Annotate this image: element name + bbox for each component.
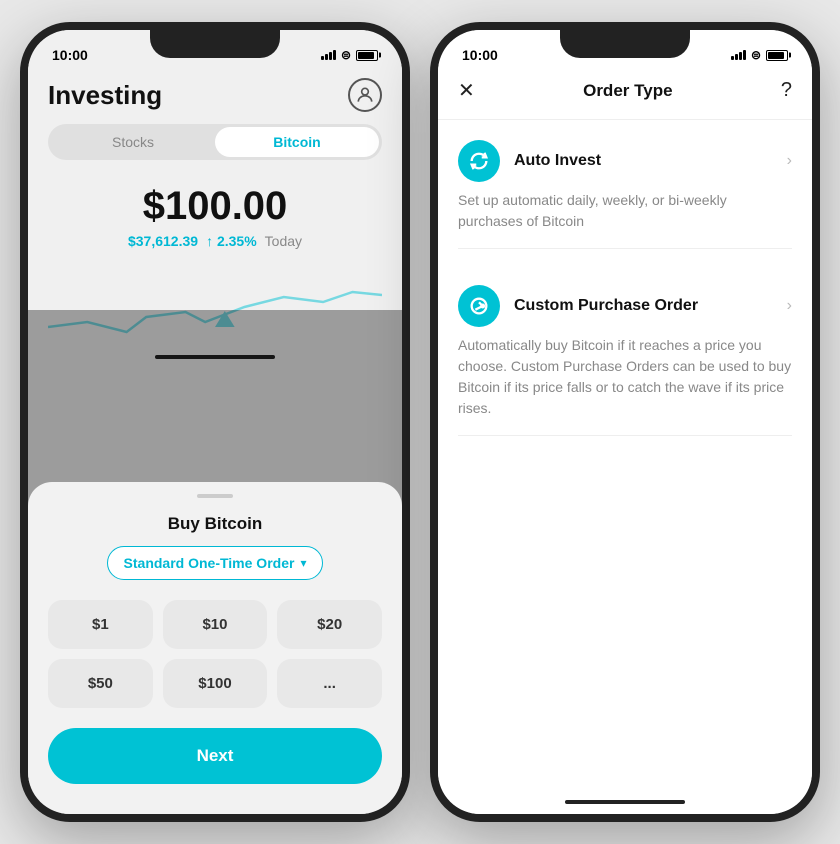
auto-invest-name: Auto Invest xyxy=(514,152,601,170)
status-bar-left: 10:00 ⊜ xyxy=(28,30,402,74)
sheet-title: Buy Bitcoin xyxy=(48,514,382,534)
close-button[interactable]: ✕ xyxy=(458,78,475,103)
right-screen: 10:00 ⊜ ✕ Order Type ? xyxy=(438,30,812,814)
home-indicator-right xyxy=(565,800,685,804)
battery-icon-right xyxy=(766,50,788,61)
auto-invest-row[interactable]: Auto Invest › xyxy=(458,140,792,182)
custom-order-desc: Automatically buy Bitcoin if it reaches … xyxy=(458,335,792,436)
right-phone: 10:00 ⊜ ✕ Order Type ? xyxy=(430,22,820,822)
custom-order-chevron: › xyxy=(787,297,792,315)
amount-100[interactable]: $100 xyxy=(163,659,268,708)
amount-50[interactable]: $50 xyxy=(48,659,153,708)
custom-order-name: Custom Purchase Order xyxy=(514,297,698,315)
tab-bar: Stocks Bitcoin xyxy=(48,124,382,160)
left-phone: 10:00 ⊜ Investing St xyxy=(20,22,410,822)
status-bar-right: 10:00 ⊜ xyxy=(438,30,812,74)
next-button[interactable]: Next xyxy=(48,728,382,784)
help-button[interactable]: ? xyxy=(781,79,792,102)
amount-more[interactable]: ... xyxy=(277,659,382,708)
main-price: $100.00 xyxy=(48,184,382,229)
amount-grid: $1 $10 $20 $50 $100 ... xyxy=(48,600,382,708)
battery-icon xyxy=(356,50,378,61)
custom-order-row[interactable]: Custom Purchase Order › xyxy=(458,285,792,327)
auto-invest-left: Auto Invest xyxy=(458,140,601,182)
investing-title: Investing xyxy=(48,80,162,111)
custom-order-left: Custom Purchase Order xyxy=(458,285,698,327)
investing-header: Investing xyxy=(28,74,402,124)
order-type-header: ✕ Order Type ? xyxy=(438,74,812,120)
status-icons-right: ⊜ xyxy=(731,48,788,62)
amount-20[interactable]: $20 xyxy=(277,600,382,649)
order-type-dropdown[interactable]: Standard One-Time Order ▾ xyxy=(107,546,324,580)
time-left: 10:00 xyxy=(52,47,88,63)
tab-bitcoin[interactable]: Bitcoin xyxy=(215,127,379,157)
auto-invest-icon xyxy=(458,140,500,182)
price-change: ↑ 2.35% xyxy=(206,233,257,249)
amount-1[interactable]: $1 xyxy=(48,600,153,649)
tab-stocks[interactable]: Stocks xyxy=(51,127,215,157)
signal-icon-right xyxy=(731,50,746,60)
chevron-down-icon: ▾ xyxy=(300,556,306,570)
auto-invest-chevron: › xyxy=(787,152,792,170)
wifi-icon-right: ⊜ xyxy=(751,48,761,62)
status-icons-left: ⊜ xyxy=(321,48,378,62)
time-right: 10:00 xyxy=(462,47,498,63)
sheet-handle xyxy=(197,494,233,498)
custom-order-option[interactable]: Custom Purchase Order › Automatically bu… xyxy=(438,265,812,436)
signal-icon xyxy=(321,50,336,60)
order-type-label: Standard One-Time Order xyxy=(124,555,295,571)
header-title: Order Type xyxy=(583,81,672,101)
price-section: $100.00 $37,612.39 ↑ 2.35% Today xyxy=(28,176,402,257)
profile-icon[interactable] xyxy=(348,78,382,112)
left-screen: 10:00 ⊜ Investing St xyxy=(28,30,402,814)
custom-order-icon xyxy=(458,285,500,327)
amount-10[interactable]: $10 xyxy=(163,600,268,649)
auto-invest-desc: Set up automatic daily, weekly, or bi-we… xyxy=(458,190,792,249)
price-period: Today xyxy=(265,233,302,249)
btc-price: $37,612.39 xyxy=(128,233,198,249)
auto-invest-option[interactable]: Auto Invest › Set up automatic daily, we… xyxy=(438,120,812,249)
bottom-sheet: Buy Bitcoin Standard One-Time Order ▾ $1… xyxy=(28,482,402,814)
wifi-icon: ⊜ xyxy=(341,48,351,62)
price-sub: $37,612.39 ↑ 2.35% Today xyxy=(48,233,382,249)
